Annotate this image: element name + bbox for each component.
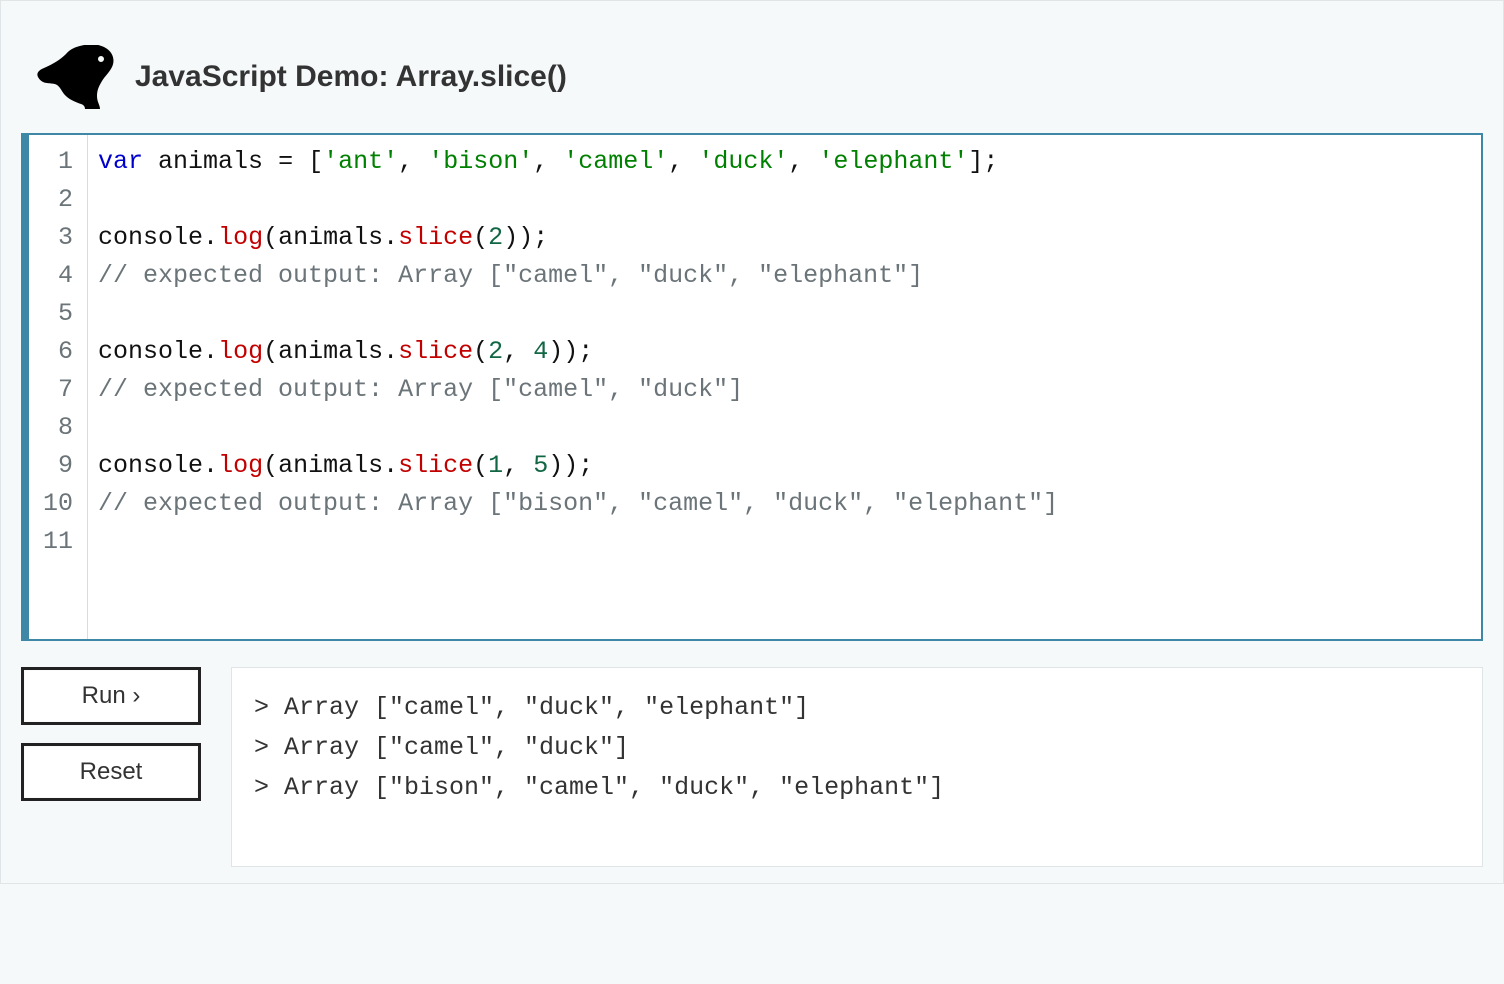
line-number: 3 xyxy=(29,219,79,257)
line-number: 6 xyxy=(29,333,79,371)
header: JavaScript Demo: Array.slice() xyxy=(21,17,1483,133)
code-line: console.log(animals.slice(2)); xyxy=(98,219,1471,257)
code-line: // expected output: Array ["camel", "duc… xyxy=(98,257,1471,295)
code-line: console.log(animals.slice(2, 4)); xyxy=(98,333,1471,371)
run-button[interactable]: Run › xyxy=(21,667,201,725)
line-number: 10 xyxy=(29,485,79,523)
code-line xyxy=(98,295,1471,333)
line-number: 4 xyxy=(29,257,79,295)
line-number: 9 xyxy=(29,447,79,485)
console-line: > Array ["bison", "camel", "duck", "elep… xyxy=(254,768,1460,808)
console-output: > Array ["camel", "duck", "elephant"]> A… xyxy=(231,667,1483,867)
line-number: 8 xyxy=(29,409,79,447)
line-number: 1 xyxy=(29,143,79,181)
code-line xyxy=(98,523,1471,561)
line-number: 11 xyxy=(29,523,79,561)
line-number: 2 xyxy=(29,181,79,219)
code-line: // expected output: Array ["camel", "duc… xyxy=(98,371,1471,409)
code-editor[interactable]: 1234567891011 var animals = ['ant', 'bis… xyxy=(21,133,1483,641)
code-line: // expected output: Array ["bison", "cam… xyxy=(98,485,1471,523)
controls-row: Run › Reset > Array ["camel", "duck", "e… xyxy=(21,667,1483,867)
reset-button[interactable]: Reset xyxy=(21,743,201,801)
demo-container: JavaScript Demo: Array.slice() 123456789… xyxy=(0,0,1504,884)
line-number: 7 xyxy=(29,371,79,409)
console-line: > Array ["camel", "duck", "elephant"] xyxy=(254,688,1460,728)
code-line xyxy=(98,409,1471,447)
demo-title: JavaScript Demo: Array.slice() xyxy=(135,60,567,94)
line-number: 5 xyxy=(29,295,79,333)
code-area[interactable]: var animals = ['ant', 'bison', 'camel', … xyxy=(88,135,1481,639)
dino-icon xyxy=(37,45,115,109)
code-line xyxy=(98,181,1471,219)
line-number-gutter: 1234567891011 xyxy=(29,135,88,639)
button-column: Run › Reset xyxy=(21,667,201,801)
code-line: console.log(animals.slice(1, 5)); xyxy=(98,447,1471,485)
console-line: > Array ["camel", "duck"] xyxy=(254,728,1460,768)
code-line: var animals = ['ant', 'bison', 'camel', … xyxy=(98,143,1471,181)
